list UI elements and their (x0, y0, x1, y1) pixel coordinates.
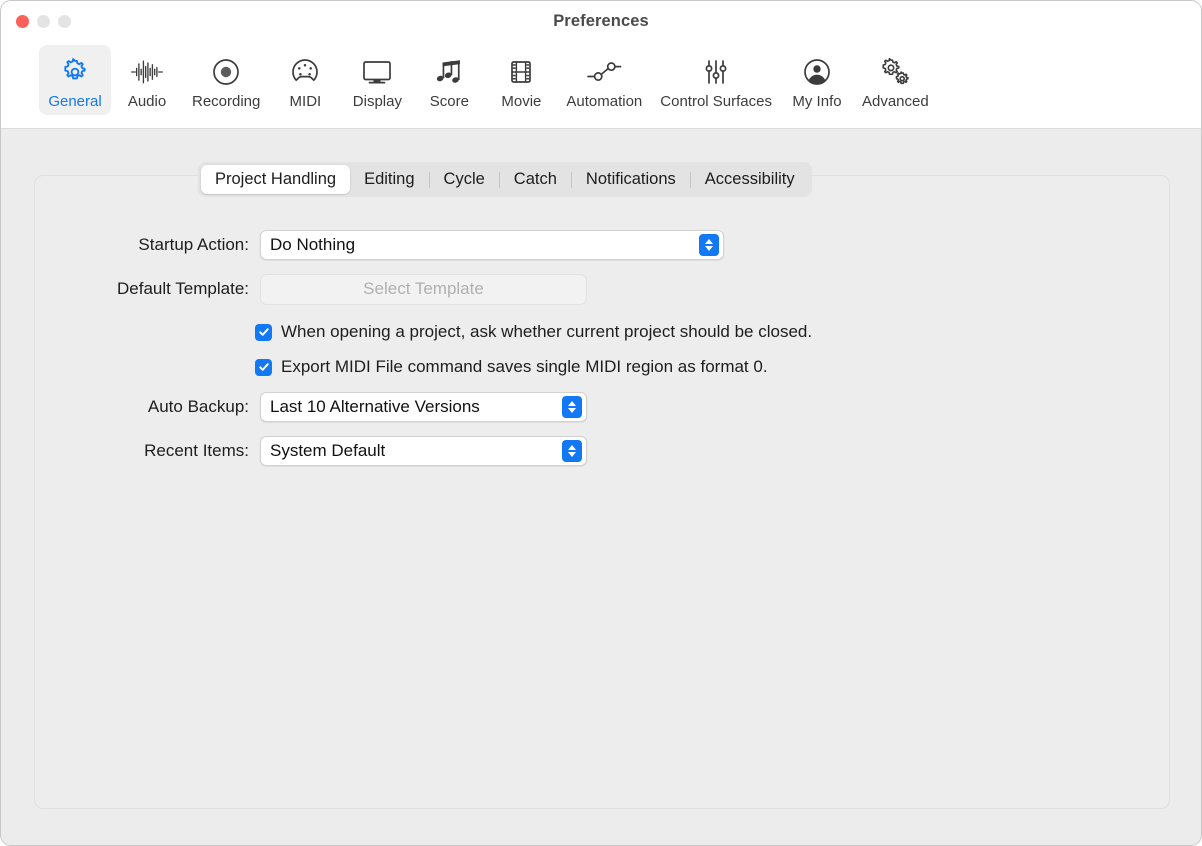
select-template-button-label: Select Template (363, 279, 484, 298)
toolbar-item-label: Automation (566, 93, 643, 110)
monitor-icon (360, 54, 394, 90)
default-template-row: Default Template: Select Template (71, 273, 591, 305)
sliders-icon (701, 54, 731, 90)
preferences-window: Preferences General Audio Recording MIDI… (0, 0, 1202, 846)
toolbar-item-label: MIDI (289, 93, 322, 110)
tab-accessibility[interactable]: Accessibility (691, 165, 809, 194)
ask-close-checkbox-label: When opening a project, ask whether curr… (281, 322, 813, 341)
tab-project-handling[interactable]: Project Handling (201, 165, 351, 194)
midi-din-icon (290, 54, 320, 90)
toolbar-item-score[interactable]: Score (413, 45, 485, 115)
preferences-tab-bar: Project Handling Editing Cycle Catch Not… (198, 162, 812, 197)
chevron-updown-icon[interactable] (562, 396, 582, 418)
startup-action-popup[interactable]: Do Nothing (260, 230, 724, 260)
startup-action-value: Do Nothing (270, 235, 356, 254)
ask-close-checkbox-row[interactable]: When opening a project, ask whether curr… (255, 322, 812, 342)
tab-catch[interactable]: Catch (500, 165, 571, 194)
auto-backup-label: Auto Backup: (147, 397, 249, 416)
toolbar-item-label: Advanced (861, 93, 929, 110)
toolbar-item-label: My Info (792, 93, 842, 110)
default-template-label: Default Template: (117, 279, 249, 298)
toolbar-item-label: Movie (501, 93, 542, 110)
chevron-updown-icon[interactable] (699, 234, 719, 256)
toolbar-item-recording[interactable]: Recording (183, 45, 269, 115)
auto-backup-popup[interactable]: Last 10 Alternative Versions (260, 392, 587, 422)
checkbox-checked-icon[interactable] (255, 323, 272, 341)
toolbar-item-automation[interactable]: Automation (557, 45, 651, 115)
toolbar-item-display[interactable]: Display (341, 45, 413, 115)
toolbar-item-midi[interactable]: MIDI (269, 45, 341, 115)
waveform-icon (129, 54, 165, 90)
export-midi-checkbox-row[interactable]: Export MIDI File command saves single MI… (255, 357, 768, 377)
toolbar-item-general[interactable]: General (39, 45, 111, 115)
select-template-button[interactable]: Select Template (260, 273, 587, 305)
automation-nodes-icon (585, 54, 623, 90)
double-gear-icon (878, 54, 912, 90)
chevron-updown-icon[interactable] (562, 440, 582, 462)
film-strip-icon (507, 54, 535, 90)
tab-cycle[interactable]: Cycle (430, 165, 499, 194)
toolbar-item-my-info[interactable]: My Info (781, 45, 853, 115)
preferences-content-panel (34, 175, 1170, 809)
window-title: Preferences (553, 12, 649, 30)
auto-backup-value: Last 10 Alternative Versions (270, 397, 480, 416)
tab-editing[interactable]: Editing (350, 165, 428, 194)
toolbar-item-label: Control Surfaces (660, 93, 772, 110)
export-midi-checkbox-label: Export MIDI File command saves single MI… (281, 357, 768, 376)
person-circle-icon (802, 54, 832, 90)
toolbar-item-label: Score (429, 93, 469, 110)
toolbar-item-advanced[interactable]: Advanced (853, 45, 938, 115)
gear-icon (60, 54, 90, 90)
checkbox-checked-icon[interactable] (255, 358, 272, 376)
recent-items-label: Recent Items: (144, 441, 249, 460)
toolbar-item-movie[interactable]: Movie (485, 45, 557, 115)
record-circle-icon (211, 54, 241, 90)
auto-backup-row: Auto Backup: Last 10 Alternative Version… (106, 392, 596, 422)
toolbar-item-label: Recording (192, 93, 261, 110)
recent-items-row: Recent Items: System Default (106, 436, 596, 466)
toolbar-item-audio[interactable]: Audio (111, 45, 183, 115)
recent-items-value: System Default (270, 441, 386, 460)
title-bar: Preferences General Audio Recording MIDI… (1, 1, 1201, 129)
tab-notifications[interactable]: Notifications (572, 165, 690, 194)
toolbar-item-label: General (48, 93, 102, 110)
recent-items-popup[interactable]: System Default (260, 436, 587, 466)
preferences-toolbar: General Audio Recording MIDI Display Sco… (1, 45, 1201, 115)
startup-action-row: Startup Action: Do Nothing (94, 230, 724, 260)
music-notes-icon (433, 54, 465, 90)
toolbar-item-control-surfaces[interactable]: Control Surfaces (651, 45, 781, 115)
toolbar-item-label: Display (352, 93, 402, 110)
startup-action-label: Startup Action: (138, 235, 249, 254)
toolbar-item-label: Audio (127, 93, 167, 110)
